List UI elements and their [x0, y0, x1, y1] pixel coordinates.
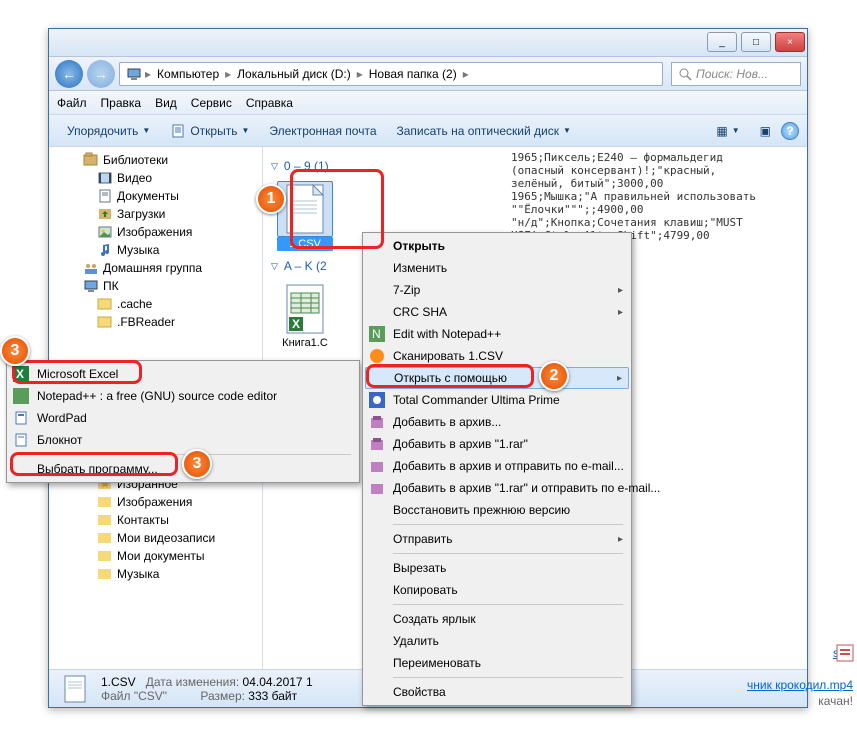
- titlebar: _ □ ×: [49, 29, 807, 57]
- app-excel[interactable]: XMicrosoft Excel: [9, 363, 357, 385]
- excel-file-icon: X: [283, 283, 327, 335]
- app-icon: [836, 644, 854, 662]
- excel-icon: X: [13, 366, 29, 382]
- ctx-shortcut[interactable]: Создать ярлык: [365, 608, 629, 630]
- crumb-drive[interactable]: Локальный диск (D:): [234, 67, 354, 81]
- tree-mydocs[interactable]: Мои документы: [49, 547, 262, 565]
- app-notepad[interactable]: Блокнот: [9, 429, 357, 451]
- tc-icon: [369, 392, 385, 408]
- tree-libraries[interactable]: Библиотеки: [49, 151, 262, 169]
- ctx-crc[interactable]: CRC SHA: [365, 301, 629, 323]
- svg-text:X: X: [292, 317, 300, 331]
- help-button[interactable]: ?: [781, 122, 799, 140]
- search-input[interactable]: Поиск: Нов...: [671, 62, 801, 86]
- tree-cache[interactable]: .cache: [49, 295, 262, 313]
- ctx-properties[interactable]: Свойства: [365, 681, 629, 703]
- tree-homegroup[interactable]: Домашняя группа: [49, 259, 262, 277]
- email-button[interactable]: Электронная почта: [259, 120, 386, 142]
- burn-button[interactable]: Записать на оптический диск▼: [387, 120, 581, 142]
- wordpad-icon: [13, 410, 29, 426]
- ctx-rename[interactable]: Переименовать: [365, 652, 629, 674]
- ctx-restore[interactable]: Восстановить прежнюю версию: [365, 499, 629, 521]
- svg-text:X: X: [16, 367, 24, 381]
- annotation-badge-1: 1: [256, 184, 286, 214]
- ctx-sendto[interactable]: Отправить: [365, 528, 629, 550]
- menubar: Файл Правка Вид Сервис Справка: [49, 91, 807, 115]
- tree-music[interactable]: Музыка: [49, 241, 262, 259]
- open-button[interactable]: Открыть▼: [160, 119, 259, 143]
- annotation-badge-3b: 3: [182, 449, 212, 479]
- ctx-cut[interactable]: Вырезать: [365, 557, 629, 579]
- ctx-7zip[interactable]: 7-Zip: [365, 279, 629, 301]
- avast-icon: [369, 348, 385, 364]
- address-bar: ← → ▸ Компьютер▸ Локальный диск (D:)▸ Но…: [49, 57, 807, 91]
- notepadpp-icon: [13, 388, 29, 404]
- crumb-folder[interactable]: Новая папка (2): [366, 67, 460, 81]
- toolbar: Упорядочить▼ Открыть▼ Электронная почта …: [49, 115, 807, 147]
- notepad-icon: [13, 432, 29, 448]
- tree-fbreader[interactable]: .FBReader: [49, 313, 262, 331]
- ctx-edit[interactable]: Изменить: [365, 257, 629, 279]
- file-icon: [283, 183, 327, 235]
- preview-pane-button[interactable]: ▣: [750, 120, 781, 142]
- computer-icon: [126, 66, 142, 82]
- tree-downloads[interactable]: Загрузки: [49, 205, 262, 223]
- tree-myvideo[interactable]: Мои видеозаписи: [49, 529, 262, 547]
- status-size: 333 байт: [248, 689, 297, 703]
- ctx-open[interactable]: Открыть: [365, 235, 629, 257]
- tree-contacts[interactable]: Контакты: [49, 511, 262, 529]
- context-menu: Открыть Изменить 7-Zip CRC SHA NEdit wit…: [362, 232, 632, 706]
- ctx-archive-email[interactable]: Добавить в архив и отправить по e-mail..…: [365, 455, 629, 477]
- status-date: 04.04.2017 1: [243, 675, 313, 689]
- ctx-archive-add[interactable]: Добавить в архив...: [365, 411, 629, 433]
- aside-text: качан!: [818, 694, 853, 708]
- view-options-button[interactable]: ▦▼: [706, 120, 749, 142]
- ctx-npp[interactable]: NEdit with Notepad++: [365, 323, 629, 345]
- file-book1[interactable]: X Книга1.C: [277, 281, 333, 349]
- document-icon: [170, 123, 186, 139]
- winrar-icon: [369, 414, 385, 430]
- aside-link-2[interactable]: чник крокодил.mp4: [747, 678, 853, 692]
- menu-edit[interactable]: Правка: [101, 96, 142, 110]
- ctx-openwith[interactable]: Открыть с помощью: [365, 367, 629, 389]
- maximize-button[interactable]: □: [741, 32, 771, 52]
- forward-button[interactable]: →: [87, 60, 115, 88]
- app-npp[interactable]: Notepad++ : a free (GNU) source code edi…: [9, 385, 357, 407]
- status-filetype: Файл "CSV": [101, 689, 167, 703]
- annotation-badge-3a: 3: [0, 336, 30, 366]
- crumb-computer[interactable]: Компьютер: [154, 67, 222, 81]
- minimize-button[interactable]: _: [707, 32, 737, 52]
- file-1csv[interactable]: 1.CSV: [277, 181, 333, 251]
- tree-pc[interactable]: ПК: [49, 277, 262, 295]
- back-button[interactable]: ←: [55, 60, 83, 88]
- tree-music2[interactable]: Музыка: [49, 565, 262, 583]
- close-button[interactable]: ×: [775, 32, 805, 52]
- tree-video[interactable]: Видео: [49, 169, 262, 187]
- annotation-badge-2: 2: [539, 361, 569, 391]
- menu-file[interactable]: Файл: [57, 96, 87, 110]
- status-file-icon: [59, 673, 91, 705]
- tree-images[interactable]: Изображения: [49, 223, 262, 241]
- tree-documents[interactable]: Документы: [49, 187, 262, 205]
- search-icon: [678, 67, 692, 81]
- menu-view[interactable]: Вид: [155, 96, 177, 110]
- ctx-tc[interactable]: Total Commander Ultima Prime: [365, 389, 629, 411]
- menu-tools[interactable]: Сервис: [191, 96, 232, 110]
- app-wordpad[interactable]: WordPad: [9, 407, 357, 429]
- organize-button[interactable]: Упорядочить▼: [57, 120, 160, 142]
- status-filename: 1.CSV: [101, 675, 136, 689]
- ctx-scan[interactable]: Сканировать 1.CSV: [365, 345, 629, 367]
- notepadpp-icon: N: [369, 326, 385, 342]
- svg-text:N: N: [372, 327, 381, 341]
- ctx-delete[interactable]: Удалить: [365, 630, 629, 652]
- ctx-copy[interactable]: Копировать: [365, 579, 629, 601]
- ctx-archive-1rar-email[interactable]: Добавить в архив "1.rar" и отправить по …: [365, 477, 629, 499]
- ctx-archive-1rar[interactable]: Добавить в архив "1.rar": [365, 433, 629, 455]
- menu-help[interactable]: Справка: [246, 96, 293, 110]
- tree-images2[interactable]: Изображения: [49, 493, 262, 511]
- breadcrumb[interactable]: ▸ Компьютер▸ Локальный диск (D:)▸ Новая …: [119, 62, 663, 86]
